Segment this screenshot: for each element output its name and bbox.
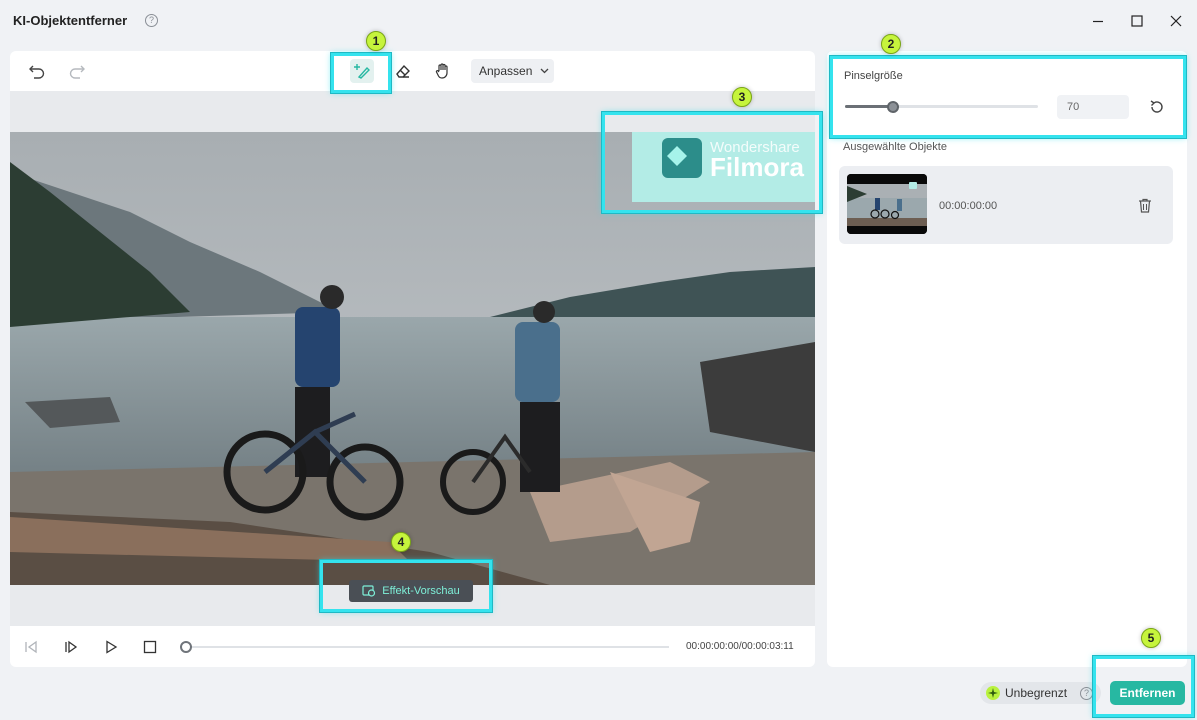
delete-object-button[interactable] <box>1135 195 1155 215</box>
object-time: 00:00:00:00 <box>939 200 998 212</box>
step-badge-5: 5 <box>1141 628 1161 648</box>
smart-brush-button[interactable] <box>350 59 374 83</box>
brush-size-slider[interactable] <box>845 105 1038 108</box>
watermark-product-text: Filmora <box>710 152 804 182</box>
next-frame-button[interactable] <box>62 638 80 656</box>
playback-bar: 00:00:00:00/00:00:03:11 <box>10 626 815 667</box>
step-badge-1: 1 <box>366 31 386 51</box>
redo-button[interactable] <box>65 59 89 83</box>
video-frame[interactable]: Wondershare Filmora <box>10 132 815 585</box>
unlimited-label: Unbegrenzt <box>1005 686 1068 700</box>
unlimited-badge[interactable]: Unbegrenzt ? <box>980 682 1102 704</box>
sparkle-icon <box>986 686 1000 700</box>
fit-dropdown-label: Anpassen <box>479 64 533 78</box>
trash-icon <box>1139 198 1151 213</box>
chevron-down-icon <box>540 68 549 74</box>
brush-size-fill <box>845 105 894 108</box>
prev-frame-button[interactable] <box>22 638 40 656</box>
step-badge-4: 4 <box>391 532 411 552</box>
timecode: 00:00:00:00/00:00:03:11 <box>686 641 794 652</box>
title-bar: KI-Objektentferner ? <box>0 0 1197 42</box>
editor-toolbar: Anpassen <box>10 51 815 91</box>
effect-preview-button[interactable]: Effekt-Vorschau <box>349 580 473 602</box>
window-title: KI-Objektentferner <box>13 13 128 28</box>
reset-button[interactable] <box>1146 96 1168 118</box>
step-badge-2: 2 <box>881 34 901 54</box>
reset-icon <box>1150 100 1163 113</box>
stop-icon <box>143 640 157 654</box>
brush-size-label: Pinselgröße <box>844 70 903 82</box>
hand-button[interactable] <box>431 59 455 83</box>
play-button[interactable] <box>102 638 120 656</box>
selected-object-card[interactable]: 00:00:00:00 <box>839 166 1173 244</box>
info-icon[interactable]: ? <box>1080 686 1094 700</box>
maximize-button[interactable] <box>1126 10 1148 32</box>
timeline-track[interactable] <box>186 646 669 648</box>
brush-size-knob[interactable] <box>887 101 900 113</box>
minimize-button[interactable] <box>1087 10 1109 32</box>
settings-panel: Pinselgröße 70 Ausgewählte Objekte 00:00… <box>827 51 1187 667</box>
effect-preview-label: Effekt-Vorschau <box>382 585 460 597</box>
step-badge-3: 3 <box>732 87 752 107</box>
video-scene-image: Wondershare Filmora <box>10 132 815 585</box>
preview-panel: Anpassen Wondershare Filmora Effekt-Vors… <box>10 51 815 667</box>
remove-button[interactable]: Entfernen <box>1110 681 1185 705</box>
timeline-thumb[interactable] <box>180 641 192 653</box>
close-button[interactable] <box>1165 10 1187 32</box>
help-icon[interactable]: ? <box>145 14 158 27</box>
eraser-button[interactable] <box>391 59 415 83</box>
preview-canvas: Wondershare Filmora Effekt-Vorschau <box>10 91 815 626</box>
brush-plus-icon <box>354 64 370 79</box>
object-thumbnail <box>847 174 927 234</box>
brush-size-input[interactable]: 70 <box>1057 95 1129 119</box>
eraser-icon <box>396 64 410 78</box>
preview-eye-icon <box>362 585 376 597</box>
fit-dropdown[interactable]: Anpassen <box>471 59 554 83</box>
play-icon <box>106 640 118 654</box>
stop-button[interactable] <box>141 638 159 656</box>
selected-objects-label: Ausgewählte Objekte <box>843 141 947 153</box>
hand-icon <box>435 63 448 79</box>
undo-button[interactable] <box>25 59 49 83</box>
